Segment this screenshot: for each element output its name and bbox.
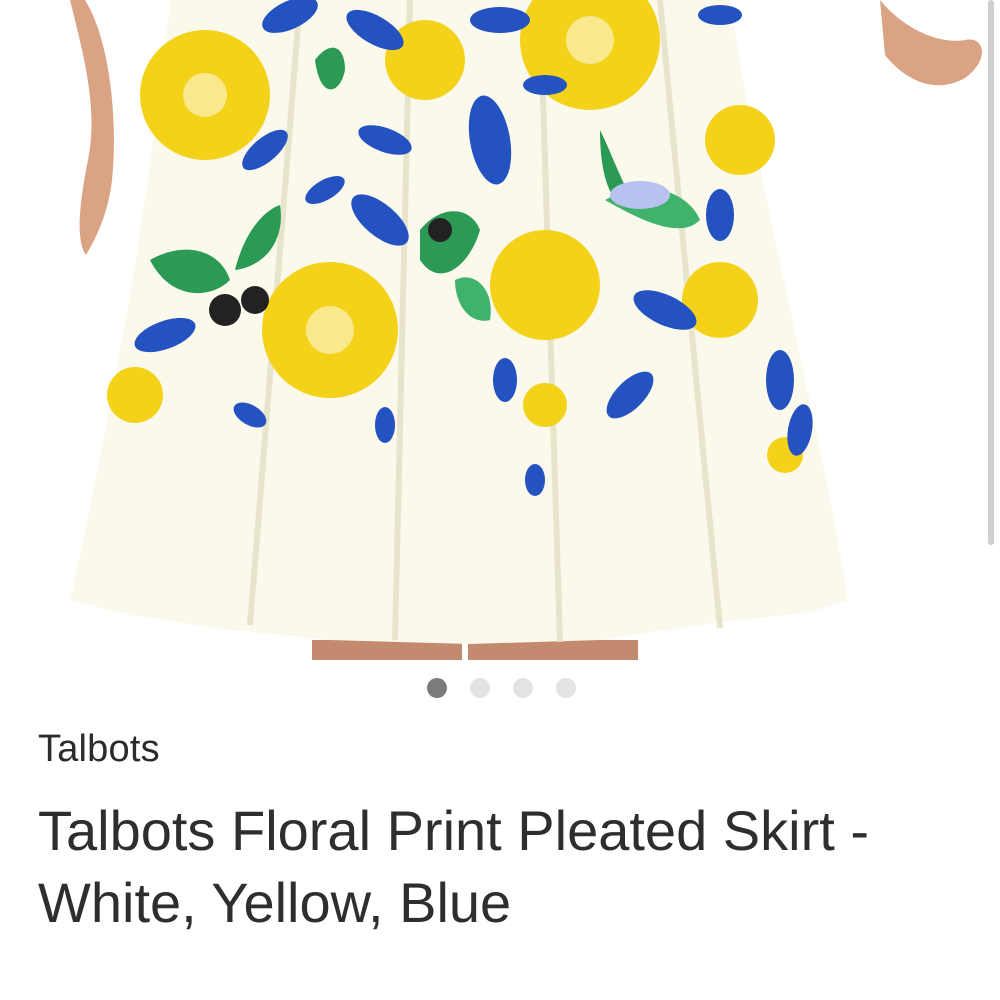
image-carousel-indicator	[0, 678, 1000, 698]
carousel-dot-2[interactable]	[470, 678, 490, 698]
carousel-dot-3[interactable]	[513, 678, 533, 698]
product-photo[interactable]	[0, 0, 1000, 660]
skirt-illustration	[70, 0, 982, 660]
brand-link[interactable]: Talbots	[38, 728, 160, 771]
carousel-dot-1[interactable]	[427, 678, 447, 698]
page-scrollbar[interactable]	[988, 0, 994, 545]
listing-title: Talbots Floral Print Pleated Skirt - Whi…	[38, 799, 869, 934]
carousel-dot-4[interactable]	[556, 678, 576, 698]
